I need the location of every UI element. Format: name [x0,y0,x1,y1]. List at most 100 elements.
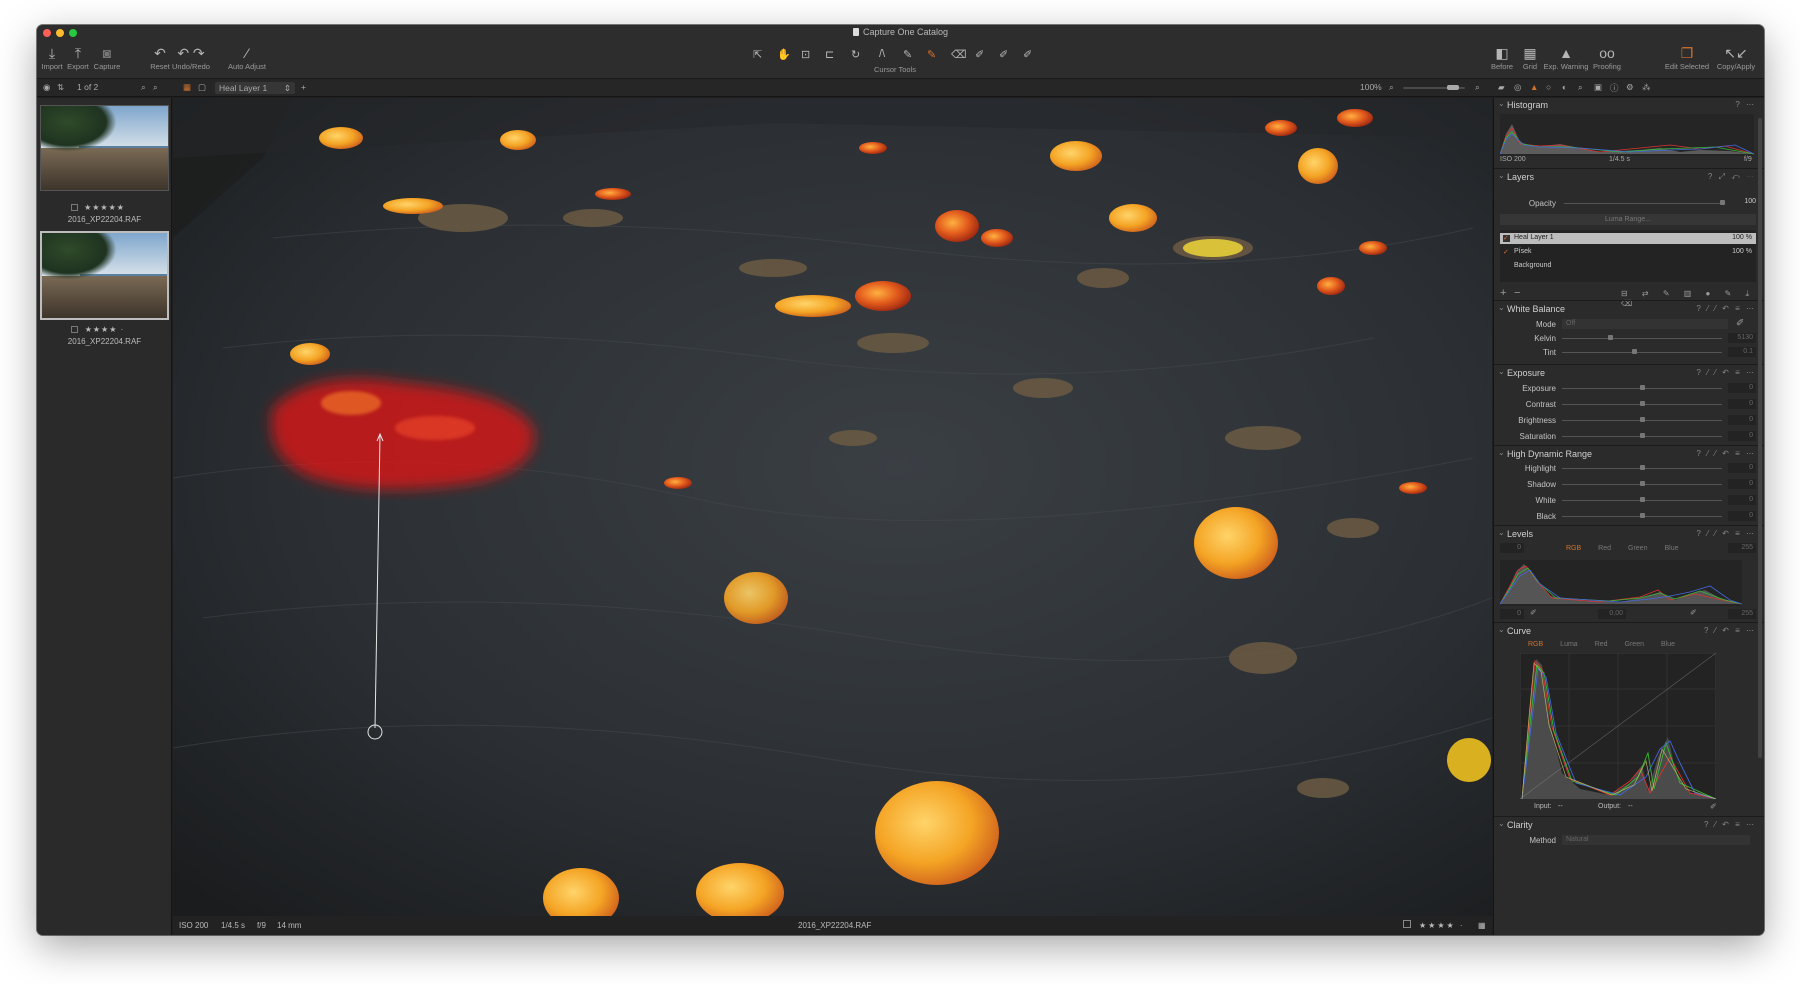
before-button[interactable]: ◧ Before [1489,44,1515,71]
exposure-exposure-value[interactable]: 0 [1728,383,1756,393]
zoom-slider-knob[interactable] [1447,85,1459,90]
panel-actions[interactable]: ? ⁄ ⁄ ↶ ≡ ⋯ [1696,449,1756,458]
levels-tab-blue[interactable]: Blue [1664,545,1678,552]
wb-picker-icon[interactable]: ✐ [1736,318,1744,329]
exposure-brightness-value[interactable]: 0 [1728,415,1756,425]
tint-value[interactable]: 0.1 [1728,347,1756,357]
remove-layer-icon[interactable]: − [1514,287,1520,299]
curve-tab-blue[interactable]: Blue [1661,641,1675,648]
lens-tab-icon[interactable]: ▲ [1530,82,1538,92]
hdr-black-value[interactable]: 0 [1728,511,1756,521]
levels-header[interactable]: ⌄ Levels? ⁄ ⁄ ↶ ≡ ⋯ [1494,527,1764,541]
image-viewer[interactable] [173,98,1492,916]
zoom-in-icon[interactable]: ⌕ [1475,82,1480,93]
grid-view-icon[interactable]: ▦ [183,82,191,93]
wb-mode-select[interactable]: Off [1562,319,1728,329]
import-button[interactable]: ⤓ Import [41,44,63,71]
layer-row[interactable]: Background [1500,261,1756,272]
details-tab-icon[interactable]: ⌕ [1578,82,1583,93]
exposure-saturation-knob[interactable] [1640,433,1645,438]
keystone-tool-icon[interactable]: ⊡ [801,48,810,61]
info-checkbox[interactable] [1403,920,1411,928]
copy-apply-button[interactable]: ↖↙ Copy/Apply [1713,44,1759,71]
hdr-white-value[interactable]: 0 [1728,495,1756,505]
annotate-tool-icon[interactable]: ✐ [1023,48,1032,61]
thumbnail-2-selected[interactable] [40,231,169,320]
levels-input-low[interactable]: 0 [1500,543,1524,553]
levels-midtone[interactable]: 0,00 [1598,609,1626,619]
pan-tool-icon[interactable]: ✋ [777,48,791,61]
panel-actions[interactable]: ? ⁄ ⁄ ↶ ≡ ⋯ [1696,304,1756,313]
hdr-highlight-value[interactable]: 0 [1728,463,1756,473]
eraser-tool-icon[interactable]: ⌫ [951,48,967,61]
levels-tab-green[interactable]: Green [1628,545,1647,552]
curve-tab-rgb[interactable]: RGB [1528,641,1543,648]
panel-actions[interactable]: ? ⁄ ⁄ ↶ ≡ ⋯ [1696,529,1756,538]
luma-range-button[interactable]: Luma Range... [1500,214,1756,225]
black-point-picker-icon[interactable]: ✐ [1530,608,1537,617]
eyedropper-icon[interactable]: ✐ [999,48,1008,61]
hdr-shadow-value[interactable]: 0 [1728,479,1756,489]
clarity-method-select[interactable]: Natural [1562,835,1750,845]
info-grid-icon[interactable]: ▦ [1478,921,1486,930]
color-tab-icon[interactable]: ○ [1546,82,1551,92]
thumbnail-1[interactable] [40,105,169,191]
reset-button[interactable]: ↶ Reset [150,44,170,71]
thumb-2-rating[interactable]: ★★★★ · [37,325,172,334]
levels-input-high[interactable]: 255 [1728,543,1756,553]
panel-actions[interactable]: ? ⁄ ⁄ ↶ ≡ ⋯ [1696,368,1756,377]
kelvin-value[interactable]: 5130 [1728,333,1756,343]
zoom-out-icon[interactable]: ⌕ [1389,82,1394,93]
library-tab-icon[interactable]: ▰ [1498,82,1505,93]
curve-tab-green[interactable]: Green [1625,641,1644,648]
rotate-tool-icon[interactable]: ↻ [851,48,860,61]
zoom-slider[interactable] [1403,85,1465,90]
hdr-black-knob[interactable] [1640,513,1645,518]
opacity-knob[interactable] [1720,200,1725,205]
hdr-header[interactable]: ⌄ High Dynamic Range? ⁄ ⁄ ↶ ≡ ⋯ [1494,447,1764,461]
white-balance-header[interactable]: ⌄ White Balance? ⁄ ⁄ ↶ ≡ ⋯ [1494,302,1764,316]
single-view-icon[interactable]: ▢ [198,82,206,93]
layer-checkbox[interactable]: ✓ [1503,235,1510,242]
opacity-slider[interactable] [1564,203,1724,204]
levels-tab-red[interactable]: Red [1598,545,1611,552]
levels-tab-rgb[interactable]: RGB [1566,545,1581,552]
curve-tab-luma[interactable]: Luma [1560,641,1578,648]
undo-redo-button[interactable]: ↶ ↷ Undo/Redo [172,44,210,71]
add-layer-icon[interactable]: + [1500,287,1506,299]
exposure-warning-button[interactable]: ▲ Exp. Warning [1543,44,1589,71]
auto-adjust-button[interactable]: ⁄ Auto Adjust [226,44,268,71]
panel-actions[interactable]: ? ⤢ ↶ ⋯ [1708,172,1756,182]
white-point-picker-icon[interactable]: ✐ [1690,608,1697,617]
filter-icon[interactable]: ⌕ [153,82,158,93]
exposure-contrast-knob[interactable] [1640,401,1645,406]
levels-output-high[interactable]: 255 [1728,609,1756,619]
output-tab-icon[interactable]: ⚙ [1626,82,1634,93]
adjustments-tab-icon[interactable]: ▣ [1594,82,1602,93]
panel-actions[interactable]: ? ⁄ ↶ ≡ ⋯ [1704,820,1756,829]
color-picker-icon[interactable]: ✐ [975,48,984,61]
metadata-tab-icon[interactable]: ⓘ [1610,82,1619,94]
crop-tool-icon[interactable]: ⊏ [825,48,834,61]
info-rating[interactable]: ★★★★ · [1419,921,1465,930]
curve-editor[interactable] [1520,653,1716,799]
kelvin-slider[interactable] [1562,338,1722,339]
kelvin-knob[interactable] [1608,335,1613,340]
grid-button[interactable]: ▦ Grid [1519,44,1541,71]
batch-tab-icon[interactable]: ⁂ [1642,82,1651,93]
levels-output-low[interactable]: 0 [1500,609,1524,619]
layers-header[interactable]: ⌄ Layers? ⤢ ↶ ⋯ [1494,170,1764,184]
tint-slider[interactable] [1562,352,1722,353]
exposure-header[interactable]: ⌄ Exposure? ⁄ ⁄ ↶ ≡ ⋯ [1494,366,1764,380]
capture-tab-icon[interactable]: ◎ [1514,82,1521,93]
exposure-saturation-value[interactable]: 0 [1728,431,1756,441]
exposure-exposure-knob[interactable] [1640,385,1645,390]
layer-select-dropdown[interactable]: Heal Layer 1 ⇕ [215,82,295,94]
export-button[interactable]: ⤒ Export [66,44,90,71]
clarity-header[interactable]: ⌄ Clarity? ⁄ ↶ ≡ ⋯ [1494,818,1764,832]
exposure-tab-icon[interactable]: ◐ [1562,82,1567,92]
panel-actions[interactable]: ? ⁄ ↶ ≡ ⋯ [1704,626,1756,635]
curve-picker-icon[interactable]: ✐ [1710,802,1717,811]
histogram-header[interactable]: ⌄ Histogram? ⋯ [1494,98,1764,112]
curve-header[interactable]: ⌄ Curve? ⁄ ↶ ≡ ⋯ [1494,624,1764,638]
